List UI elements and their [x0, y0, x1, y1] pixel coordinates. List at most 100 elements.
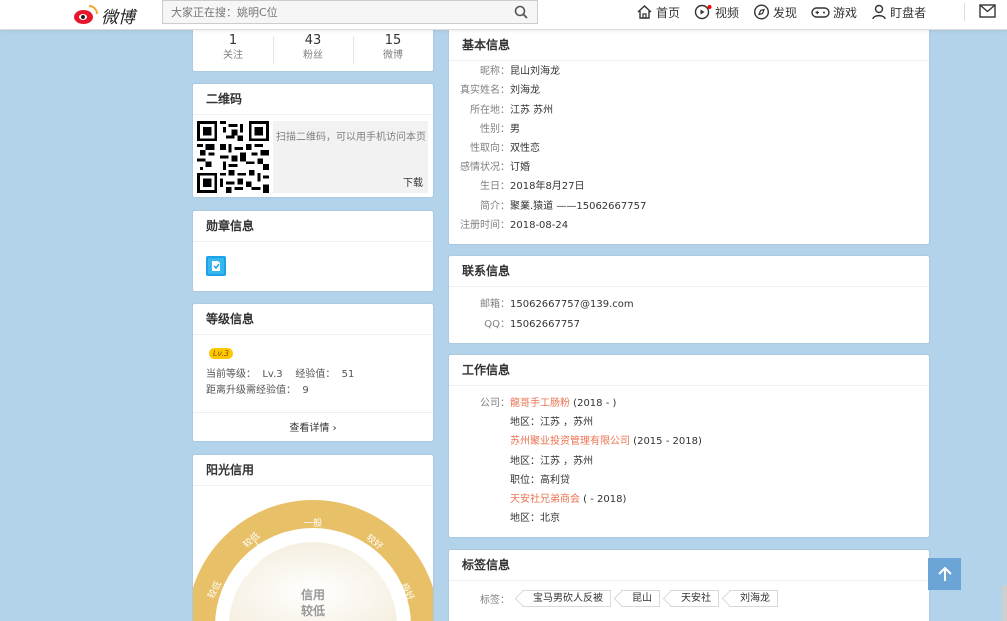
search-icon[interactable]	[514, 5, 528, 19]
nav-divider	[964, 3, 965, 21]
search-input[interactable]	[163, 1, 493, 23]
basic-info-row: 性取向： 双性恋	[449, 139, 929, 158]
tag-item[interactable]: 宝马男砍人反被	[522, 590, 611, 607]
row-value: 昆山刘海龙	[510, 66, 560, 77]
stat-count: 43	[304, 33, 322, 48]
company-period: (2018 - )	[570, 398, 617, 409]
row-key: 邮箱：	[480, 299, 510, 310]
company-period: ( - 2018)	[580, 494, 627, 505]
row-key: 性别：	[480, 124, 510, 135]
gamepad-icon	[811, 7, 830, 18]
stat-count: 15	[384, 33, 402, 48]
company-period: (2015 - 2018)	[630, 436, 702, 447]
nav-home[interactable]: 首页	[636, 4, 680, 21]
stat-following[interactable]: 1 关注	[193, 33, 273, 63]
credit-center-line2: 较低	[300, 604, 325, 618]
work-row-position: 职位：高利贷	[449, 471, 929, 490]
row-value: 职位：高利贷	[510, 475, 570, 486]
qr-tip: 扫描二维码，可以用手机访问本页	[276, 132, 426, 143]
work-row-region: 地区：江苏 ，苏州	[449, 413, 929, 432]
top-nav: 首页 视频 发现 游戏 盯盘者	[636, 2, 940, 22]
row-key: QQ：	[484, 319, 510, 330]
work-row-region: 地区：江苏 ，苏州	[449, 452, 929, 471]
row-value: 地区：北京	[510, 513, 560, 524]
nav-games[interactable]: 游戏	[811, 4, 857, 21]
work-row-region: 地区：北京	[449, 509, 929, 528]
nav-label: 游戏	[833, 5, 858, 20]
card-title: 阳光信用	[193, 455, 433, 486]
row-key: 注册时间：	[460, 220, 510, 231]
contact-row-email: 邮箱： 15062667757@139.com	[449, 295, 929, 314]
row-value: 15062667757@139.com	[510, 299, 634, 310]
weibo-logo-icon	[72, 5, 98, 25]
card-title: 等级信息	[193, 304, 433, 335]
gauge-label: 一般	[304, 519, 323, 529]
row-key: 公司：	[480, 398, 510, 409]
work-info-card: 工作信息 公司： 龍哥手工肠粉 (2018 - ) 地区：江苏 ，苏州 苏州聚业…	[449, 355, 929, 537]
chevron-right-icon: ›	[329, 423, 337, 434]
stat-fans[interactable]: 43 粉丝	[273, 33, 353, 63]
card-title: 基本信息	[449, 30, 929, 61]
follow-stats-card: 1 关注 43 粉丝 15 微博	[193, 30, 433, 71]
nav-user[interactable]: 盯盘者	[871, 4, 926, 21]
work-row-company: 公司： 龍哥手工肠粉 (2018 - )	[449, 394, 929, 413]
tag-item[interactable]: 刘海龙	[729, 590, 778, 607]
qrcode-card: 二维码 扫描二维码，可以用手机访问本页 下载	[193, 84, 433, 197]
home-icon	[637, 5, 652, 19]
company-link[interactable]: 龍哥手工肠粉	[510, 398, 570, 409]
card-title: 联系信息	[449, 256, 929, 287]
row-value: 双性恋	[510, 143, 540, 154]
nav-video[interactable]: 视频	[694, 4, 739, 21]
level-card: 等级信息 Lv.3 当前等级： Lv.3 经验值： 51 距离升级需经验值： 9…	[193, 304, 433, 441]
weibo-logo[interactable]: 微博	[72, 2, 135, 28]
nav-label: 发现	[773, 5, 798, 20]
tag-item[interactable]: 天安社	[670, 590, 719, 607]
logo-text: 微博	[101, 7, 135, 28]
level-more-link[interactable]: 查看详情 ›	[193, 419, 433, 434]
basic-info-row: 简介： 聚業.猿道 ——15062667757	[449, 197, 929, 216]
row-value: 2018年8月27日	[510, 181, 585, 192]
nav-label: 盯盘者	[890, 5, 927, 20]
basic-info-row: 注册时间： 2018-08-24	[449, 216, 929, 235]
mail-icon[interactable]	[979, 4, 996, 18]
compass-icon	[754, 4, 770, 20]
nav-label: 视频	[715, 5, 740, 20]
level-badge[interactable]: Lv.3	[209, 348, 233, 359]
company-link[interactable]: 苏州聚业投资管理有限公司	[510, 436, 630, 447]
basic-info-row: 生日： 2018年8月27日	[449, 177, 929, 196]
basic-info-row: 所在地： 江苏 苏州	[449, 101, 929, 120]
stat-posts[interactable]: 15 微博	[353, 33, 433, 63]
basic-info-row: 昵称： 昆山刘海龙	[449, 62, 929, 81]
stat-label: 微博	[383, 50, 403, 61]
search-box[interactable]	[162, 0, 538, 24]
row-key: 生日：	[480, 181, 510, 192]
user-icon	[872, 4, 886, 20]
stat-label: 关注	[223, 50, 243, 61]
credit-center-line1: 信用	[300, 588, 325, 602]
medal-badge-icon[interactable]	[206, 256, 226, 276]
nav-discover[interactable]: 发现	[753, 4, 797, 21]
card-title: 勋章信息	[193, 211, 433, 242]
back-to-top-button[interactable]	[928, 558, 961, 590]
qr-download-link[interactable]: 下载	[403, 174, 423, 189]
qr-code-image	[197, 121, 269, 193]
row-value: 订婚	[510, 162, 530, 173]
tags-card: 标签信息 标签： 宝马男砍人反被 昆山 天安社 刘海龙	[449, 550, 929, 621]
contact-row-qq: QQ： 15062667757	[449, 315, 929, 334]
row-value: 2018-08-24	[510, 220, 569, 231]
arrow-up-icon	[937, 566, 952, 581]
stat-count: 1	[228, 33, 238, 48]
tag-item[interactable]: 昆山	[621, 590, 660, 607]
work-row-company: 天安社兄弟商会 ( - 2018)	[449, 490, 929, 509]
tag-list: 宝马男砍人反被 昆山 天安社 刘海龙	[522, 590, 788, 607]
basic-info-row: 真实姓名： 刘海龙	[449, 81, 929, 100]
qr-info-panel: 扫描二维码，可以用手机访问本页 下载	[273, 121, 428, 193]
row-value: 男	[510, 124, 520, 135]
row-key: 所在地：	[470, 105, 510, 116]
company-link[interactable]: 天安社兄弟商会	[510, 494, 580, 505]
scrollbar-thumb[interactable]	[1002, 585, 1007, 621]
row-value: 江苏 苏州	[510, 105, 554, 116]
row-value: 刘海龙	[510, 85, 540, 96]
basic-info-row: 感情状况： 订婚	[449, 158, 929, 177]
row-key: 昵称：	[480, 66, 510, 77]
